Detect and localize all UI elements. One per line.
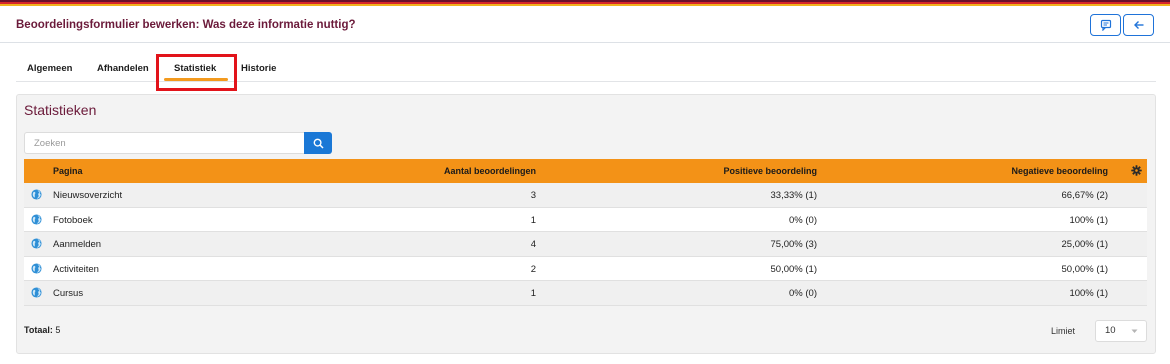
tab-highlight-box: [156, 54, 237, 91]
globe-icon: [31, 238, 42, 249]
cell-aantal: 2: [530, 263, 536, 275]
cell-pagina: Nieuwsoverzicht: [53, 190, 123, 201]
globe-icon: [31, 287, 42, 298]
chevron-down-icon: [1131, 329, 1138, 333]
cell-pagina: Cursus: [53, 288, 84, 300]
cell-aantal: 4: [530, 239, 536, 251]
cell-aantal: 1: [530, 214, 536, 226]
search-input[interactable]: [24, 132, 304, 154]
arrow-left-icon: [1133, 21, 1143, 29]
globe-icon: [31, 214, 42, 225]
globe-icon: [31, 263, 42, 274]
cell-negatief: 25,00% (1): [1061, 239, 1108, 251]
total-count: Totaal: 5: [24, 325, 60, 335]
cell-negatief: 100% (1): [1069, 214, 1108, 226]
table-row[interactable]: Fotoboek 1 0% (0) 100% (1): [24, 207, 1147, 233]
column-header-aantal[interactable]: Aantal beoordelingen: [444, 166, 536, 176]
limit-select[interactable]: 10: [1095, 320, 1147, 342]
cell-aantal: 1: [530, 288, 536, 300]
cell-positief: 50,00% (1): [770, 263, 817, 275]
page-title: Beoordelingsformulier bewerken: Was deze…: [16, 19, 356, 31]
cell-negatief: 66,67% (2): [1061, 190, 1108, 201]
statistics-table: Pagina Aantal beoordelingen Positieve be…: [24, 159, 1147, 306]
feedback-button[interactable]: [1090, 14, 1121, 36]
table-row[interactable]: Cursus 1 0% (0) 100% (1): [24, 281, 1147, 306]
tab-algemeen[interactable]: Algemeen: [27, 63, 72, 74]
cell-positief: 0% (0): [789, 214, 817, 226]
search-button[interactable]: [304, 132, 332, 154]
cell-positief: 0% (0): [789, 288, 817, 300]
statistics-panel: Statistieken Pagina Aantal beoordelingen…: [16, 94, 1156, 354]
page-header: Beoordelingsformulier bewerken: Was deze…: [0, 6, 1170, 43]
cell-positief: 33,33% (1): [770, 190, 817, 201]
limit-label: Limiet: [1051, 326, 1076, 336]
table-row[interactable]: Aanmelden 4 75,00% (3) 25,00% (1): [24, 232, 1147, 257]
cell-pagina: Fotoboek: [53, 214, 93, 226]
cell-aantal: 3: [530, 190, 536, 201]
search-icon: [313, 138, 324, 149]
panel-title: Statistieken: [24, 102, 97, 118]
table-row[interactable]: Activiteiten 2 50,00% (1) 50,00% (1): [24, 256, 1147, 282]
total-value: 5: [55, 325, 61, 335]
cell-pagina: Activiteiten: [53, 263, 99, 275]
tab-afhandelen[interactable]: Afhandelen: [97, 63, 149, 74]
back-button[interactable]: [1123, 14, 1154, 36]
table-header: Pagina Aantal beoordelingen Positieve be…: [24, 159, 1147, 183]
cell-pagina: Aanmelden: [53, 239, 102, 251]
cell-positief: 75,00% (3): [770, 239, 817, 251]
globe-icon: [31, 189, 42, 200]
table-row[interactable]: Nieuwsoverzicht 3 33,33% (1) 66,67% (2): [24, 183, 1147, 208]
column-header-negatief[interactable]: Negatieve beoordeling: [1011, 166, 1108, 176]
tab-historie[interactable]: Historie: [241, 63, 276, 74]
cell-negatief: 100% (1): [1069, 288, 1108, 300]
cell-negatief: 50,00% (1): [1061, 263, 1108, 275]
column-header-positief[interactable]: Positieve beoordeling: [723, 166, 817, 176]
total-label: Totaal:: [24, 325, 53, 335]
limit-value: 10: [1105, 325, 1116, 336]
gear-icon[interactable]: [1131, 165, 1142, 176]
feedback-icon: [1100, 19, 1111, 31]
column-header-pagina[interactable]: Pagina: [53, 166, 83, 176]
